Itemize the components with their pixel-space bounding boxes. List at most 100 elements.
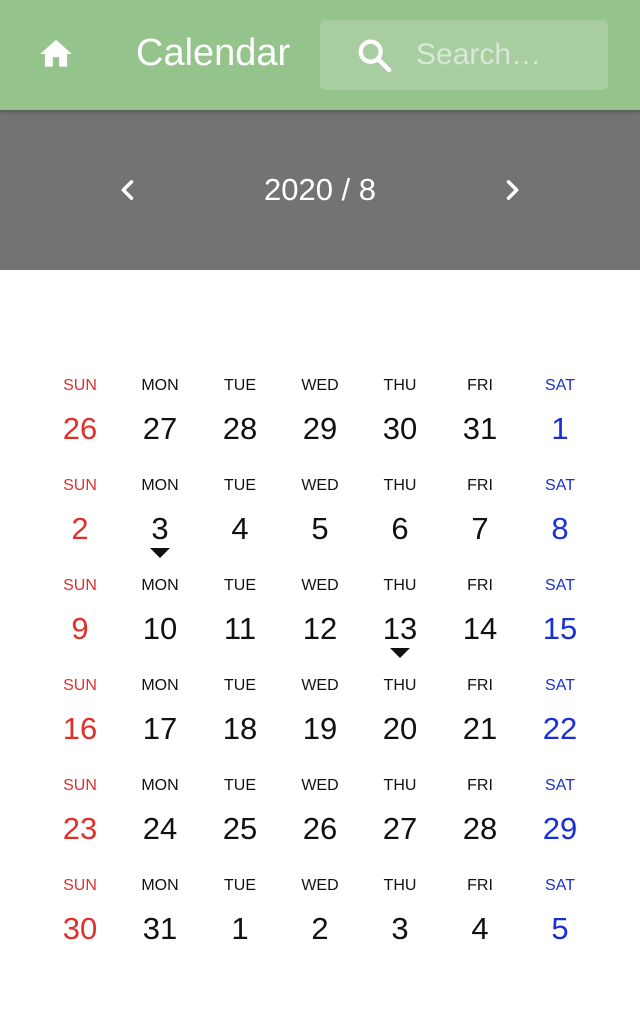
day-number: 30 bbox=[382, 411, 418, 446]
day-cell[interactable]: MON 31 bbox=[120, 870, 200, 970]
day-number: 9 bbox=[71, 611, 89, 646]
day-cell[interactable]: SAT 29 bbox=[520, 770, 600, 870]
day-cell[interactable]: MON 24 bbox=[120, 770, 200, 870]
weekday-label: MON bbox=[141, 677, 179, 694]
weekday-label: TUE bbox=[224, 477, 256, 494]
day-cell[interactable]: THU 30 bbox=[360, 370, 440, 470]
next-month-button[interactable] bbox=[488, 166, 536, 214]
day-cell[interactable]: WED 2 bbox=[280, 870, 360, 970]
day-number: 17 bbox=[142, 711, 178, 746]
weekday-label: SUN bbox=[63, 777, 97, 794]
weekday-label: TUE bbox=[224, 377, 256, 394]
search-input[interactable] bbox=[416, 34, 592, 76]
weekday-label: SUN bbox=[63, 677, 97, 694]
day-cell[interactable]: FRI 31 bbox=[440, 370, 520, 470]
day-cell[interactable]: SAT 8 bbox=[520, 470, 600, 570]
day-cell[interactable]: MON 3 bbox=[120, 470, 200, 570]
day-cell[interactable]: TUE 25 bbox=[200, 770, 280, 870]
day-cell[interactable]: SUN 26 bbox=[40, 370, 120, 470]
day-cell[interactable]: TUE 1 bbox=[200, 870, 280, 970]
app-title: Calendar bbox=[136, 32, 291, 74]
weekday-label: MON bbox=[141, 577, 179, 594]
day-number: 4 bbox=[471, 911, 489, 946]
week-row: SUN 16 MON 17 TUE 18 WED 19 THU 20 FRI 21 SAT 22 bbox=[40, 670, 600, 770]
day-number: 18 bbox=[222, 711, 258, 746]
weekday-label: MON bbox=[141, 877, 179, 894]
weekday-label: FRI bbox=[467, 777, 493, 794]
day-number: 30 bbox=[62, 911, 98, 946]
day-number: 28 bbox=[222, 411, 258, 446]
weekday-label: WED bbox=[301, 877, 339, 894]
day-cell[interactable]: THU 6 bbox=[360, 470, 440, 570]
day-cell[interactable]: TUE 28 bbox=[200, 370, 280, 470]
previous-month-button[interactable] bbox=[104, 166, 152, 214]
day-cell[interactable]: WED 12 bbox=[280, 570, 360, 670]
day-number: 23 bbox=[62, 811, 98, 846]
event-marker-icon bbox=[390, 648, 410, 658]
day-number: 15 bbox=[542, 611, 578, 646]
day-cell[interactable]: THU 27 bbox=[360, 770, 440, 870]
weekday-label: TUE bbox=[224, 677, 256, 694]
day-number: 7 bbox=[471, 511, 489, 546]
day-cell[interactable]: SUN 9 bbox=[40, 570, 120, 670]
weekday-label: THU bbox=[383, 477, 417, 494]
weekday-label: SAT bbox=[545, 877, 575, 894]
day-cell[interactable]: TUE 4 bbox=[200, 470, 280, 570]
day-cell[interactable]: FRI 28 bbox=[440, 770, 520, 870]
day-number: 10 bbox=[142, 611, 178, 646]
day-cell[interactable]: SUN 2 bbox=[40, 470, 120, 570]
weekday-label: SAT bbox=[545, 677, 575, 694]
day-cell[interactable]: SUN 23 bbox=[40, 770, 120, 870]
day-number: 22 bbox=[542, 711, 578, 746]
day-cell[interactable]: THU 3 bbox=[360, 870, 440, 970]
day-cell[interactable]: THU 13 bbox=[360, 570, 440, 670]
day-cell[interactable]: SAT 15 bbox=[520, 570, 600, 670]
day-number: 8 bbox=[551, 511, 569, 546]
day-number: 27 bbox=[142, 411, 178, 446]
day-cell[interactable]: WED 29 bbox=[280, 370, 360, 470]
chevron-left-icon bbox=[121, 180, 134, 200]
day-cell[interactable]: SUN 30 bbox=[40, 870, 120, 970]
day-number: 14 bbox=[462, 611, 498, 646]
weekday-label: MON bbox=[141, 377, 179, 394]
day-cell[interactable]: MON 27 bbox=[120, 370, 200, 470]
weekday-label: THU bbox=[383, 877, 417, 894]
weekday-label: SUN bbox=[63, 477, 97, 494]
day-cell[interactable]: FRI 7 bbox=[440, 470, 520, 570]
weekday-label: TUE bbox=[224, 877, 256, 894]
current-month-label: 2020 / 8 bbox=[263, 172, 377, 207]
day-cell[interactable]: WED 26 bbox=[280, 770, 360, 870]
day-cell[interactable]: MON 17 bbox=[120, 670, 200, 770]
day-cell[interactable]: TUE 11 bbox=[200, 570, 280, 670]
day-number: 21 bbox=[462, 711, 498, 746]
day-cell[interactable]: FRI 21 bbox=[440, 670, 520, 770]
month-navigation: 2020 / 8 bbox=[0, 110, 640, 270]
day-cell[interactable]: MON 10 bbox=[120, 570, 200, 670]
day-cell[interactable]: FRI 14 bbox=[440, 570, 520, 670]
chevron-right-icon bbox=[506, 180, 519, 200]
weekday-label: SUN bbox=[63, 377, 97, 394]
day-cell[interactable]: WED 19 bbox=[280, 670, 360, 770]
day-cell[interactable]: FRI 4 bbox=[440, 870, 520, 970]
day-cell[interactable]: TUE 18 bbox=[200, 670, 280, 770]
search-icon bbox=[352, 34, 396, 76]
day-number: 31 bbox=[142, 911, 178, 946]
day-cell[interactable]: SAT 1 bbox=[520, 370, 600, 470]
search-box[interactable] bbox=[320, 20, 608, 90]
day-cell[interactable]: SUN 16 bbox=[40, 670, 120, 770]
weekday-label: SUN bbox=[63, 877, 97, 894]
home-button[interactable] bbox=[28, 28, 84, 80]
weekday-label: FRI bbox=[467, 677, 493, 694]
day-number: 11 bbox=[223, 611, 257, 646]
day-number: 26 bbox=[62, 411, 98, 446]
day-number: 4 bbox=[231, 511, 249, 546]
weekday-label: WED bbox=[301, 677, 339, 694]
day-cell[interactable]: SAT 22 bbox=[520, 670, 600, 770]
weekday-label: FRI bbox=[467, 577, 493, 594]
day-cell[interactable]: SAT 5 bbox=[520, 870, 600, 970]
day-cell[interactable]: WED 5 bbox=[280, 470, 360, 570]
day-number: 3 bbox=[151, 511, 169, 546]
day-cell[interactable]: THU 20 bbox=[360, 670, 440, 770]
weekday-label: SAT bbox=[545, 377, 575, 394]
weekday-label: THU bbox=[383, 777, 417, 794]
